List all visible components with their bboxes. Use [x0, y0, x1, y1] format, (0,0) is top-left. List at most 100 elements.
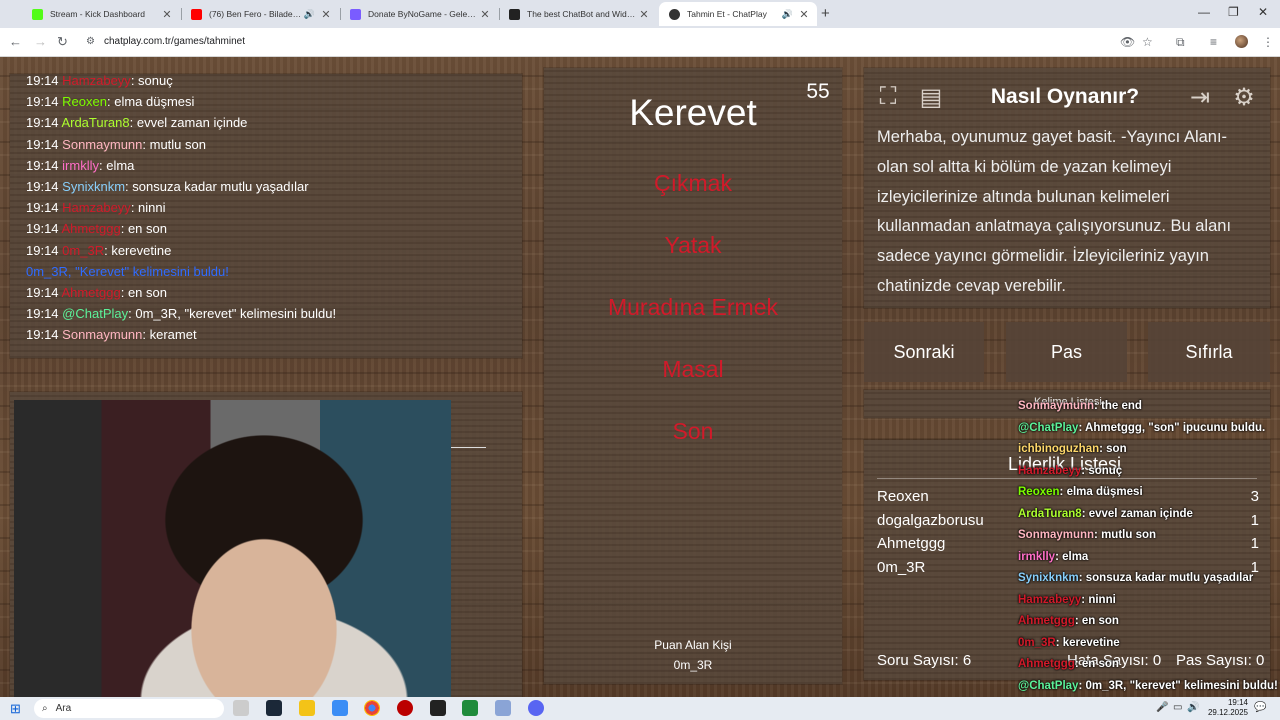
network-icon[interactable]: ▭	[1173, 702, 1182, 713]
url-field[interactable]: chatplay.com.tr/games/tahminet	[104, 36, 245, 47]
chat-username[interactable]: Sonmaymunn	[62, 327, 142, 342]
speaker-icon[interactable]: 🔊	[782, 9, 793, 20]
eye-off-icon[interactable]: 👁	[1120, 35, 1135, 49]
steam-icon[interactable]	[266, 700, 282, 716]
chat-text: : en son	[120, 284, 167, 300]
notes-icon[interactable]: ▤	[914, 80, 948, 114]
next-button[interactable]: Sonraki	[864, 322, 984, 382]
close-tab-icon[interactable]: ✕	[478, 8, 492, 21]
chat-message: 19:14 Sonmaymunn: mutlu son	[26, 134, 516, 155]
browser-tab[interactable]: The best ChatBot and Widgets ✕	[499, 2, 657, 26]
help-text: Merhaba, oyunumuz gayet basit. -Yayıncı …	[877, 128, 1232, 295]
browser-tab[interactable]: Donate ByNoGame - Gelen/Gi ✕	[340, 2, 498, 26]
chat-time: 19:14	[26, 242, 59, 258]
discord-icon[interactable]	[528, 700, 544, 716]
chat-username[interactable]: Sonmaymunn	[62, 137, 142, 152]
chat-log: 19:14 Hamzabeyy: sonuç 19:14 Reoxen: elma…	[26, 70, 516, 345]
new-tab-button[interactable]: +	[821, 5, 830, 22]
tab-title: The best ChatBot and Widgets	[527, 9, 637, 19]
volume-icon[interactable]: 🔊	[1187, 702, 1199, 713]
extensions-icon[interactable]: ⧉	[1176, 35, 1185, 50]
notifications-icon[interactable]: 💬	[1254, 702, 1266, 713]
back-icon[interactable]: ←	[9, 34, 22, 49]
chat-time: 19:14	[26, 73, 59, 88]
chat-username[interactable]: Ahmetggg	[61, 221, 120, 236]
chat-username[interactable]: Reoxen	[62, 94, 107, 109]
taskbar-clock[interactable]: 19:14 29.12.2025	[1204, 698, 1248, 718]
overlay-text: : 0m_3R, "kerevet" kelimesini buldu!	[1078, 679, 1278, 692]
chat-username[interactable]: ArdaTuran8	[61, 115, 129, 130]
speaker-icon[interactable]: 🔊	[304, 9, 315, 20]
overlay-chat-message: irmklly: elma	[1018, 547, 1280, 569]
bookmark-star-icon[interactable]: ☆	[1142, 35, 1153, 49]
task-view-icon[interactable]	[233, 700, 249, 716]
forward-icon[interactable]: →	[34, 34, 47, 49]
mic-icon[interactable]: 🎤	[1156, 702, 1168, 713]
chrome-icon[interactable]	[364, 700, 380, 716]
chat-time: 19:14	[26, 284, 59, 300]
tab-title: (76) Ben Fero - Biladerim İç	[209, 9, 304, 19]
profile-avatar[interactable]	[1235, 35, 1248, 48]
browser-tab[interactable]: Stream - Kick Dashboard ✕	[22, 2, 180, 26]
close-tab-icon[interactable]: ✕	[319, 8, 333, 21]
chatplay-icon	[669, 8, 680, 20]
chat-text: : kerevetine	[104, 242, 172, 258]
close-tab-icon[interactable]: ✕	[797, 8, 811, 21]
browser-tab[interactable]: (76) Ben Fero - Biladerim İç 🔊 ✕	[181, 2, 339, 26]
windows-start-icon[interactable]: ⊞	[10, 701, 21, 717]
chat-username[interactable]: @ChatPlay	[62, 306, 128, 321]
webcam-feed	[14, 400, 451, 697]
obs-icon[interactable]	[397, 700, 413, 716]
tab-title: Stream - Kick Dashboard	[50, 9, 145, 19]
chat-username[interactable]: Synixknkm	[62, 179, 125, 194]
overlay-text: : elma	[1055, 550, 1089, 563]
chat-message: 19:14 Reoxen: elma düşmesi	[26, 91, 516, 112]
close-tab-icon[interactable]: ✕	[160, 8, 174, 21]
media-icon[interactable]: ≡	[1210, 35, 1217, 49]
folder-icon[interactable]	[299, 700, 315, 716]
fullscreen-icon[interactable]: ⛶	[871, 80, 905, 114]
chat-message: 19:14 Sonmaymunn: keramet	[26, 324, 516, 345]
chat-username[interactable]: Ahmetggg	[61, 285, 120, 300]
bynogame-icon	[350, 8, 361, 20]
chat-time: 19:14	[26, 178, 59, 194]
chat-username[interactable]: Hamzabeyy	[62, 73, 131, 88]
chat-time: 19:14	[26, 157, 59, 173]
scorer-label: Puan Alan Kişi	[654, 638, 732, 652]
close-tab-icon[interactable]: ✕	[637, 8, 651, 21]
overlay-username: irmklly	[1018, 550, 1056, 563]
chat-username[interactable]: irmklly	[62, 158, 99, 173]
site-info-icon[interactable]: ⚙	[86, 36, 95, 47]
chat-message: 19:14 Ahmetggg: en son	[26, 282, 516, 303]
exit-icon[interactable]: ⇥	[1183, 80, 1217, 114]
epic-games-icon[interactable]	[430, 700, 446, 716]
overlay-username: Hamzabeyy	[1018, 464, 1082, 477]
overlay-chat-message: Ahmetggg: en son	[1018, 611, 1280, 633]
taskbar-search[interactable]: ⌕ Ara	[34, 699, 224, 718]
chat-username[interactable]: 0m_3R	[62, 243, 104, 258]
player-name: 0m_3R	[877, 559, 926, 577]
youtube-icon	[191, 8, 202, 20]
menu-icon[interactable]: ⋮	[1262, 35, 1274, 49]
minimize-button[interactable]: —	[1198, 5, 1210, 19]
chat-message: 19:14 Hamzabeyy: ninni	[26, 197, 516, 218]
chat-username[interactable]: Hamzabeyy	[62, 200, 131, 215]
reset-button[interactable]: Sıfırla	[1148, 322, 1270, 382]
pass-button[interactable]: Pas	[1006, 322, 1127, 382]
scorer-name: 0m_3R	[673, 658, 713, 672]
overlay-username: Ahmetggg	[1018, 658, 1075, 670]
app-icon[interactable]	[462, 700, 478, 716]
overlay-text: : mutlu son	[1094, 529, 1157, 541]
overlay-text: : ninni	[1081, 593, 1116, 606]
restore-button[interactable]: ❐	[1228, 5, 1239, 19]
reload-icon[interactable]: ↻	[57, 34, 68, 50]
close-window-button[interactable]: ✕	[1258, 5, 1268, 19]
store-icon[interactable]	[332, 700, 348, 716]
chat-time: 19:14	[26, 221, 59, 237]
app-icon[interactable]	[495, 700, 511, 716]
chat-time: 19:14	[26, 306, 59, 322]
browser-tab-active[interactable]: Tahmin Et - ChatPlay 🔊 ✕	[659, 2, 817, 26]
overlay-chat-message: 0m_3R: kerevetine	[1018, 633, 1280, 655]
settings-gear-icon[interactable]: ⚙	[1227, 80, 1261, 114]
chat-message: 19:14 @ChatPlay: 0m_3R, "kerevet" kelime…	[26, 303, 516, 324]
